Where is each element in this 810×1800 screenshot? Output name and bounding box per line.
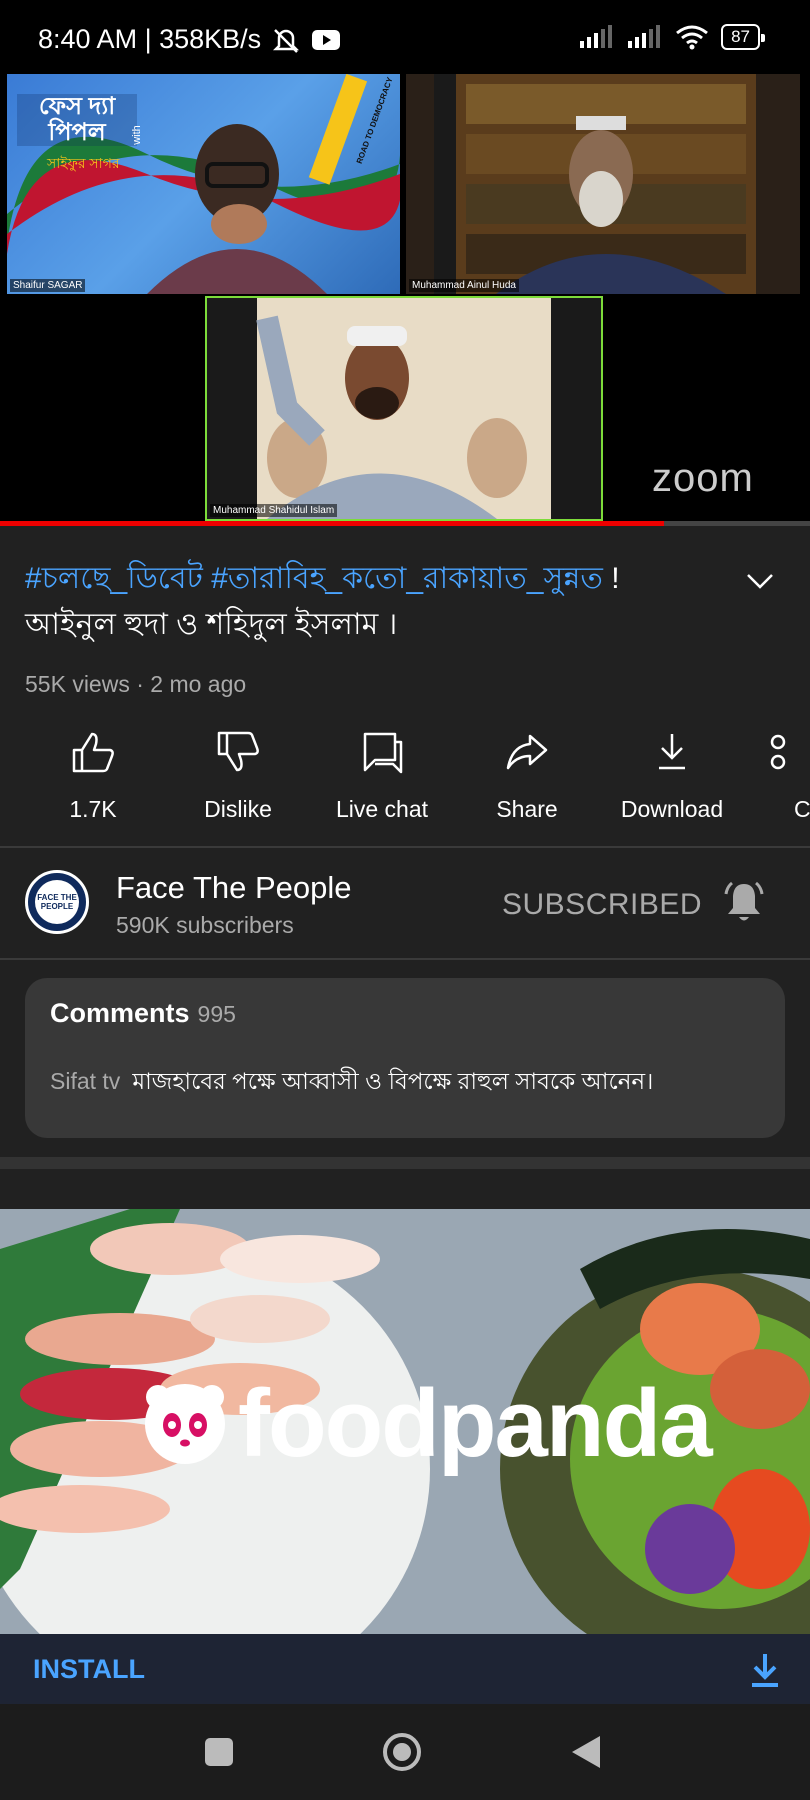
live-chat-button[interactable]: Live chat bbox=[322, 730, 442, 823]
youtube-icon bbox=[312, 29, 341, 50]
install-bar[interactable]: INSTALL bbox=[0, 1634, 810, 1704]
action-row: 1.7K Dislike Live chat Share Download C bbox=[0, 730, 810, 840]
live-chat-label: Live chat bbox=[335, 796, 429, 822]
status-right: 87 bbox=[579, 24, 765, 50]
participant-tile: ফেস দ্যা পিপল সাইফুর সাগর with ROAD TO D… bbox=[7, 74, 400, 294]
channel-subscribers: 590K subscribers bbox=[116, 912, 294, 938]
comments-title: Comments bbox=[50, 998, 190, 1028]
home-icon[interactable] bbox=[381, 1731, 423, 1773]
notification-bell-icon[interactable] bbox=[722, 880, 766, 926]
channel-row[interactable]: FACE THE PEOPLE Face The People 590K sub… bbox=[0, 848, 810, 958]
back-icon[interactable] bbox=[570, 1734, 602, 1770]
download-label: Download bbox=[620, 796, 724, 822]
comment-author: Sifat tv bbox=[50, 1068, 121, 1094]
zoom-watermark: zoom bbox=[652, 456, 754, 500]
comment-preview: Sifat tv মাজহাবের পক্ষে আব্বাসী ও বিপক্ষে… bbox=[50, 1063, 653, 1102]
channel-avatar[interactable]: FACE THE PEOPLE bbox=[25, 870, 89, 934]
avatar-logo-text: FACE THE PEOPLE bbox=[35, 880, 79, 924]
recents-icon[interactable] bbox=[203, 1736, 235, 1768]
install-button[interactable]: INSTALL bbox=[33, 1654, 145, 1685]
video-progress-fill bbox=[0, 521, 665, 526]
participant-name: Muhammad Ainul Huda bbox=[409, 279, 519, 292]
share-icon bbox=[506, 734, 548, 770]
status-time-speed: 8:40 AM | 358KB/s bbox=[38, 24, 262, 54]
video-title[interactable]: #চলছে_ডিবেট #তারাবিহ_কতো_রাকায়াত_সুন্নত… bbox=[25, 556, 725, 648]
clip-icon bbox=[770, 734, 786, 770]
like-count: 1.7K bbox=[69, 796, 117, 822]
dislike-button[interactable]: Dislike bbox=[178, 730, 298, 823]
clip-label: C bbox=[794, 796, 810, 822]
thumbs-up-icon bbox=[72, 732, 114, 773]
ad-banner[interactable]: foodpanda bbox=[0, 1209, 810, 1634]
battery-icon: 87 bbox=[721, 24, 765, 50]
video-meta: 55K views · 2 mo ago bbox=[25, 671, 247, 697]
wifi-icon bbox=[676, 25, 709, 50]
video-player[interactable]: ফেস দ্যা পিপল সাইফুর সাগর with ROAD TO D… bbox=[0, 74, 810, 521]
thumbs-down-icon bbox=[217, 731, 259, 772]
video-progress-bar[interactable] bbox=[0, 521, 810, 526]
bookshelf-graphic bbox=[434, 74, 756, 294]
share-label: Share bbox=[496, 796, 558, 822]
chevron-down-icon[interactable] bbox=[745, 570, 775, 592]
system-nav-bar bbox=[0, 1704, 810, 1800]
comments-count: 995 bbox=[197, 1001, 236, 1027]
download-icon bbox=[659, 734, 685, 770]
ad-brand-name: foodpanda bbox=[238, 1370, 713, 1477]
divider bbox=[0, 958, 810, 960]
download-button[interactable]: Download bbox=[612, 730, 732, 823]
like-button[interactable]: 1.7K bbox=[33, 730, 153, 823]
banner-title: ফেস দ্যা পিপল bbox=[17, 94, 137, 146]
ad-brand: foodpanda bbox=[142, 1369, 713, 1479]
signal-icon bbox=[628, 25, 661, 48]
status-bar: 8:40 AM | 358KB/s 87 bbox=[0, 0, 810, 74]
participant-name: Shaifur SAGAR bbox=[10, 279, 86, 292]
participant-name: Muhammad Shahidul Islam bbox=[210, 504, 338, 517]
signal-icon bbox=[580, 25, 613, 48]
status-left: 8:40 AM | 358KB/s bbox=[38, 24, 341, 55]
title-bang: ! bbox=[602, 562, 620, 595]
comment-text: মাজহাবের পক্ষে আব্বাসী ও বিপক্ষে রাহুল স… bbox=[132, 1068, 654, 1094]
subscribed-button[interactable]: SUBSCRIBED bbox=[502, 888, 702, 922]
participant-tile: Muhammad Ainul Huda bbox=[406, 74, 800, 294]
download-icon[interactable] bbox=[748, 1652, 782, 1688]
banner-with: with bbox=[130, 125, 143, 145]
title-hashtags[interactable]: #চলছে_ডিবেট #তারাবিহ_কতো_রাকায়াত_সুন্নত bbox=[25, 562, 603, 595]
mute-bell-icon bbox=[273, 28, 300, 53]
active-speaker-tile: Muhammad Shahidul Islam bbox=[205, 296, 603, 521]
clip-button[interactable]: C bbox=[756, 730, 810, 823]
share-button[interactable]: Share bbox=[467, 730, 587, 823]
dislike-label: Dislike bbox=[204, 796, 272, 822]
panda-logo-icon bbox=[145, 1384, 225, 1464]
chat-icon bbox=[363, 732, 403, 774]
section-divider bbox=[0, 1157, 810, 1169]
banner-subtitle: সাইফুর সাগর bbox=[47, 155, 120, 171]
speaker-graphic bbox=[256, 298, 551, 519]
title-line2: আইনুল হুদা ও শহিদুল ইসলাম । bbox=[25, 608, 398, 641]
channel-name[interactable]: Face The People bbox=[116, 870, 352, 906]
comments-section[interactable]: Comments 995 Sifat tv মাজহাবের পক্ষে আব্বা… bbox=[25, 978, 785, 1138]
